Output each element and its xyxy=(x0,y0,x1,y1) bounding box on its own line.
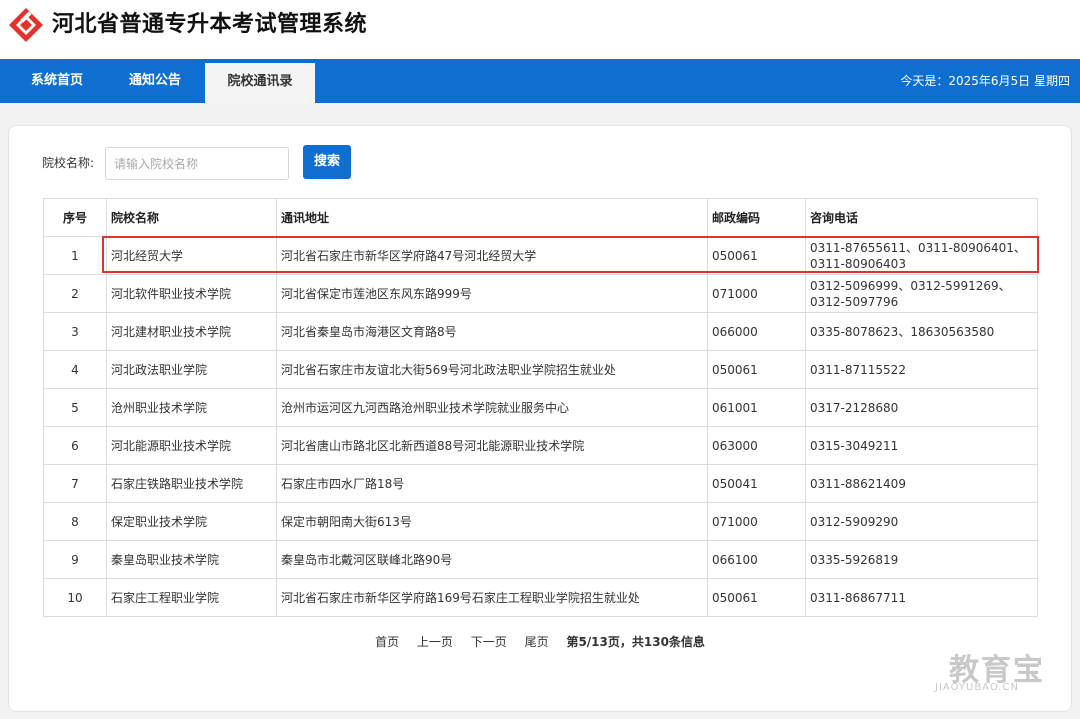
table-row: 1 河北经贸大学 河北省石家庄市新华区学府路47号河北经贸大学 050061 0… xyxy=(43,236,1038,275)
cell-postcode: 050041 xyxy=(707,464,806,503)
nav-school-directory[interactable]: 院校通讯录 xyxy=(205,63,315,103)
cell-no: 7 xyxy=(43,464,107,503)
cell-no: 4 xyxy=(43,350,107,389)
cell-school-name: 河北建材职业技术学院 xyxy=(106,312,277,351)
phone-line: 0311-87655611、0311-80906401、 xyxy=(810,240,1026,255)
header-address: 通讯地址 xyxy=(276,198,708,237)
cell-address: 秦皇岛市北戴河区联峰北路90号 xyxy=(276,540,708,579)
header-no: 序号 xyxy=(43,198,107,237)
cell-postcode: 071000 xyxy=(707,502,806,541)
cell-postcode: 071000 xyxy=(707,274,806,313)
cell-school-name: 沧州职业技术学院 xyxy=(106,388,277,427)
search-button[interactable]: 搜索 xyxy=(303,145,351,179)
header-school-name: 院校名称 xyxy=(106,198,277,237)
cell-phone: 0317-2128680 xyxy=(805,388,1038,427)
cell-address: 河北省石家庄市友谊北大街569号河北政法职业学院招生就业处 xyxy=(276,350,708,389)
cell-address: 河北省唐山市路北区北新西道88号河北能源职业技术学院 xyxy=(276,426,708,465)
table-row: 2 河北软件职业技术学院 河北省保定市莲池区东风东路999号 071000 03… xyxy=(43,274,1038,313)
cell-no: 5 xyxy=(43,388,107,427)
cell-no: 10 xyxy=(43,578,107,617)
table-row: 6 河北能源职业技术学院 河北省唐山市路北区北新西道88号河北能源职业技术学院 … xyxy=(43,426,1038,465)
pager-info: 第5/13页，共130条信息 xyxy=(566,635,705,649)
main-navbar: 系统首页 通知公告 院校通讯录 今天是：2025年6月5日 星期四 xyxy=(0,59,1080,103)
phone-line: 0311-80906403 xyxy=(810,256,906,271)
cell-postcode: 063000 xyxy=(707,426,806,465)
header-phone: 咨询电话 xyxy=(805,198,1038,237)
phone-line: 0312-5097796 xyxy=(810,294,899,309)
cell-postcode: 050061 xyxy=(707,236,806,275)
cell-no: 1 xyxy=(43,236,107,275)
diamond-logo-icon xyxy=(9,8,43,42)
phone-line: 0312-5096999、0312-5991269、 xyxy=(810,278,1011,293)
cell-address: 河北省石家庄市新华区学府路47号河北经贸大学 xyxy=(276,236,708,275)
header-postcode: 邮政编码 xyxy=(707,198,806,237)
cell-school-name: 河北软件职业技术学院 xyxy=(106,274,277,313)
cell-school-name: 河北能源职业技术学院 xyxy=(106,426,277,465)
cell-phone: 0312-5909290 xyxy=(805,502,1038,541)
table-row: 7 石家庄铁路职业技术学院 石家庄市四水厂路18号 050041 0311-88… xyxy=(43,464,1038,503)
cell-phone: 0335-8078623、18630563580 xyxy=(805,312,1038,351)
table-row: 5 沧州职业技术学院 沧州市运河区九河西路沧州职业技术学院就业服务中心 0610… xyxy=(43,388,1038,427)
cell-phone: 0311-87655611、0311-80906401、 0311-8090640… xyxy=(805,236,1038,275)
cell-no: 8 xyxy=(43,502,107,541)
cell-address: 保定市朝阳南大街613号 xyxy=(276,502,708,541)
current-date: 今天是：2025年6月5日 星期四 xyxy=(900,74,1070,88)
table-row: 10 石家庄工程职业学院 河北省石家庄市新华区学府路169号石家庄工程职业学院招… xyxy=(43,578,1038,617)
cell-phone: 0315-3049211 xyxy=(805,426,1038,465)
watermark-sub: JIAOYUBAO.CN xyxy=(935,682,1019,693)
nav-notices[interactable]: 通知公告 xyxy=(112,59,198,103)
cell-phone: 0311-86867711 xyxy=(805,578,1038,617)
cell-postcode: 066000 xyxy=(707,312,806,351)
cell-phone: 0311-87115522 xyxy=(805,350,1038,389)
school-directory-table: 序号 院校名称 通讯地址 邮政编码 咨询电话 1 河北经贸大学 河北省石家庄市新… xyxy=(43,198,1038,617)
cell-address: 石家庄市四水厂路18号 xyxy=(276,464,708,503)
cell-address: 河北省秦皇岛市海港区文育路8号 xyxy=(276,312,708,351)
nav-home[interactable]: 系统首页 xyxy=(16,59,98,103)
cell-school-name: 河北经贸大学 xyxy=(106,236,277,275)
cell-school-name: 石家庄工程职业学院 xyxy=(106,578,277,617)
cell-school-name: 保定职业技术学院 xyxy=(106,502,277,541)
pager-next[interactable]: 下一页 xyxy=(471,635,507,649)
cell-school-name: 石家庄铁路职业技术学院 xyxy=(106,464,277,503)
site-title: 河北省普通专升本考试管理系统 xyxy=(52,12,368,37)
table-header-row: 序号 院校名称 通讯地址 邮政编码 咨询电话 xyxy=(43,198,1038,237)
table-row: 4 河北政法职业学院 河北省石家庄市友谊北大街569号河北政法职业学院招生就业处… xyxy=(43,350,1038,389)
pager-first[interactable]: 首页 xyxy=(375,635,399,649)
watermark: 教育宝 JIAOYUBAO.CN xyxy=(935,645,1065,695)
cell-phone: 0311-88621409 xyxy=(805,464,1038,503)
table-row: 3 河北建材职业技术学院 河北省秦皇岛市海港区文育路8号 066000 0335… xyxy=(43,312,1038,351)
search-label: 院校名称: xyxy=(42,156,95,170)
page-header: 河北省普通专升本考试管理系统 xyxy=(0,0,1080,59)
cell-address: 河北省石家庄市新华区学府路169号石家庄工程职业学院招生就业处 xyxy=(276,578,708,617)
cell-postcode: 050061 xyxy=(707,350,806,389)
table-row: 8 保定职业技术学院 保定市朝阳南大街613号 071000 0312-5909… xyxy=(43,502,1038,541)
cell-no: 6 xyxy=(43,426,107,465)
pager-prev[interactable]: 上一页 xyxy=(417,635,453,649)
cell-phone: 0335-5926819 xyxy=(805,540,1038,579)
pager-last[interactable]: 尾页 xyxy=(525,635,549,649)
cell-address: 河北省保定市莲池区东风东路999号 xyxy=(276,274,708,313)
cell-postcode: 061001 xyxy=(707,388,806,427)
cell-no: 3 xyxy=(43,312,107,351)
cell-phone: 0312-5096999、0312-5991269、 0312-5097796 xyxy=(805,274,1038,313)
cell-postcode: 066100 xyxy=(707,540,806,579)
cell-no: 2 xyxy=(43,274,107,313)
cell-postcode: 050061 xyxy=(707,578,806,617)
pagination: 首页 上一页 下一页 尾页 第5/13页，共130条信息 xyxy=(0,633,1080,650)
cell-address: 沧州市运河区九河西路沧州职业技术学院就业服务中心 xyxy=(276,388,708,427)
school-name-search-input[interactable] xyxy=(105,147,289,180)
cell-school-name: 秦皇岛职业技术学院 xyxy=(106,540,277,579)
cell-no: 9 xyxy=(43,540,107,579)
table-row: 9 秦皇岛职业技术学院 秦皇岛市北戴河区联峰北路90号 066100 0335-… xyxy=(43,540,1038,579)
cell-school-name: 河北政法职业学院 xyxy=(106,350,277,389)
